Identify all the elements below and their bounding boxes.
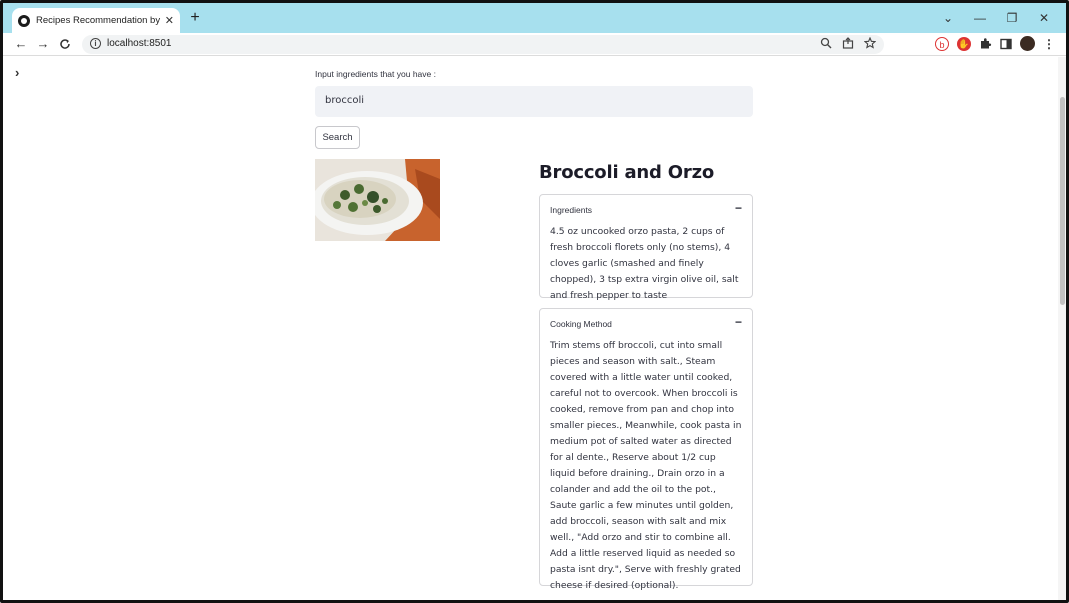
scrollbar-thumb[interactable] <box>1060 97 1065 305</box>
reload-icon[interactable] <box>55 34 75 54</box>
streamlit-favicon-icon <box>18 14 30 27</box>
bookmark-star-icon[interactable] <box>864 37 876 49</box>
browser-tab[interactable]: Recipes Recommendation by Epi ✕ <box>12 8 180 33</box>
window-controls: ⌄ — ❐ ✕ <box>932 8 1060 28</box>
ingredients-header: Ingredients <box>550 205 593 215</box>
cooking-method-expander[interactable]: Cooking Method − Trim stems off broccoli… <box>539 308 753 591</box>
scrollbar[interactable] <box>1058 57 1066 600</box>
extension-icon[interactable]: b <box>935 36 949 51</box>
site-info-icon[interactable]: i <box>90 38 101 49</box>
collapse-icon[interactable]: − <box>735 315 742 329</box>
next-recipe-image <box>315 597 440 600</box>
share-icon[interactable] <box>842 37 854 49</box>
cooking-method-header: Cooking Method <box>550 319 612 329</box>
tab-close-icon[interactable]: ✕ <box>165 14 174 27</box>
title-bar: Recipes Recommendation by Epi ✕ + ⌄ — ❐ … <box>3 3 1066 33</box>
address-bar[interactable]: i localhost:8501 <box>82 35 884 54</box>
ingredients-text: 4.5 oz uncooked orzo pasta, 2 cups of fr… <box>550 226 739 301</box>
more-menu-icon[interactable]: ⋮ <box>1043 37 1055 51</box>
back-arrow-icon[interactable]: ← <box>11 34 31 54</box>
adblock-icon[interactable]: ✋ <box>957 36 971 51</box>
search-button[interactable]: Search <box>315 126 360 149</box>
tab-title: Recipes Recommendation by Epi <box>36 15 161 26</box>
new-tab-button[interactable]: + <box>186 8 204 28</box>
forward-arrow-icon[interactable]: → <box>33 34 53 54</box>
puzzle-extensions-icon[interactable] <box>979 37 992 50</box>
cooking-method-expander-header[interactable]: Cooking Method − <box>540 309 752 337</box>
browser-window: Recipes Recommendation by Epi ✕ + ⌄ — ❐ … <box>0 0 1069 603</box>
restore-button[interactable]: ❐ <box>996 8 1028 28</box>
side-panel-icon[interactable] <box>1000 38 1012 50</box>
ingredients-input-label: Input ingredients that you have : <box>315 69 436 79</box>
streamlit-app: › Input ingredients that you have : broc… <box>3 57 1066 600</box>
cooking-method-text: Trim stems off broccoli, cut into small … <box>550 340 742 591</box>
recipe-image <box>315 159 440 241</box>
browser-toolbar: ← → i localhost:8501 b ✋ ⋮ <box>3 33 1066 56</box>
ingredients-expander-header[interactable]: Ingredients − <box>540 195 752 223</box>
recipe-title: Broccoli and Orzo <box>539 162 715 183</box>
ingredients-input[interactable]: broccoli <box>315 86 753 117</box>
extensions-area: b ✋ ⋮ <box>935 36 1055 51</box>
ingredients-expander[interactable]: Ingredients − 4.5 oz uncooked orzo pasta… <box>539 194 753 301</box>
collapse-icon[interactable]: − <box>735 201 742 215</box>
minimize-button[interactable]: — <box>964 8 996 28</box>
url-text: localhost:8501 <box>107 38 172 49</box>
sidebar-expand-icon[interactable]: › <box>15 65 19 80</box>
zoom-icon[interactable] <box>820 37 832 49</box>
tab-search-icon[interactable]: ⌄ <box>932 8 964 28</box>
profile-avatar[interactable] <box>1020 36 1035 51</box>
omnibox-actions <box>820 37 876 49</box>
close-window-button[interactable]: ✕ <box>1028 8 1060 28</box>
